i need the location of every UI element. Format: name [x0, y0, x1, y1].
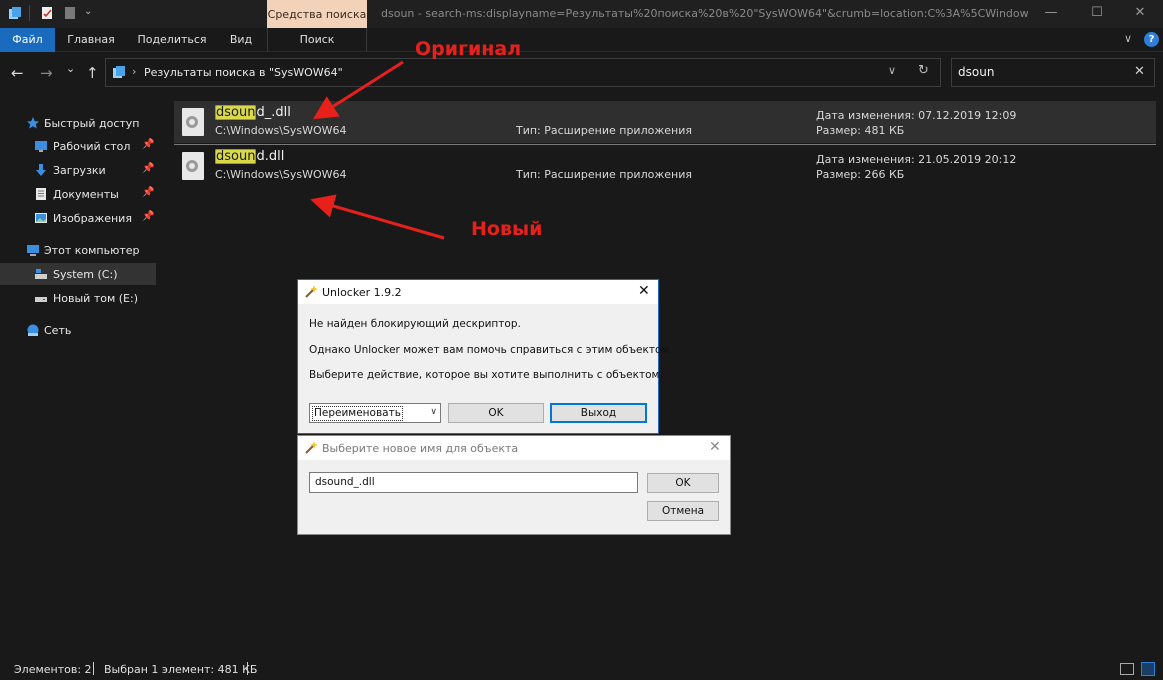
dialog-close-icon[interactable]: ✕ — [638, 283, 650, 299]
dialog-title-bar: Unlocker 1.9.2 ✕ — [298, 280, 658, 304]
message-line: Не найден блокирующий дескриптор. — [309, 318, 521, 330]
dialog-title: Выберите новое имя для объекта — [322, 442, 519, 455]
annotation-new: Новый — [471, 218, 543, 240]
action-select[interactable]: Переименовать ∨ — [309, 403, 441, 423]
status-separator — [247, 662, 248, 675]
chevron-down-icon[interactable]: ∨ — [430, 407, 437, 417]
cancel-button[interactable]: Отмена — [647, 501, 719, 521]
dialog-close-icon[interactable]: ✕ — [709, 439, 721, 455]
unlocker-dialog: Unlocker 1.9.2 ✕ Не найден блокирующий д… — [297, 279, 673, 434]
ok-button[interactable]: OK — [647, 473, 719, 493]
arrow-new — [310, 194, 445, 240]
rename-dialog: Выберите новое имя для объекта ✕ dsound_… — [297, 435, 731, 535]
annotation-original: Оригинал — [415, 38, 522, 60]
new-name-input[interactable]: dsound_.dll — [309, 472, 638, 493]
unlocker-wand-icon — [305, 285, 318, 298]
tiles-view-icon[interactable] — [1141, 662, 1155, 676]
dialog-title: Unlocker 1.9.2 — [322, 286, 402, 299]
message-line: Однако Unlocker может вам помочь справит… — [309, 344, 673, 356]
status-separator — [93, 662, 94, 675]
status-bar: Элементов: 2 Выбран 1 элемент: 481 КБ — [0, 658, 1163, 680]
item-count: Элементов: 2 — [14, 663, 92, 676]
message-line: Выберите действие, которое вы хотите вып… — [309, 369, 663, 381]
unlocker-wand-icon — [305, 441, 318, 454]
ok-button[interactable]: OK — [448, 403, 544, 423]
exit-button[interactable]: Выход — [550, 403, 647, 423]
action-select-value: Переименовать — [312, 406, 403, 421]
details-view-icon[interactable] — [1120, 663, 1134, 675]
arrow-original — [312, 60, 404, 120]
dialog-title-bar: Выберите новое имя для объекта ✕ — [298, 436, 730, 460]
selection-info: Выбран 1 элемент: 481 КБ — [104, 663, 258, 676]
